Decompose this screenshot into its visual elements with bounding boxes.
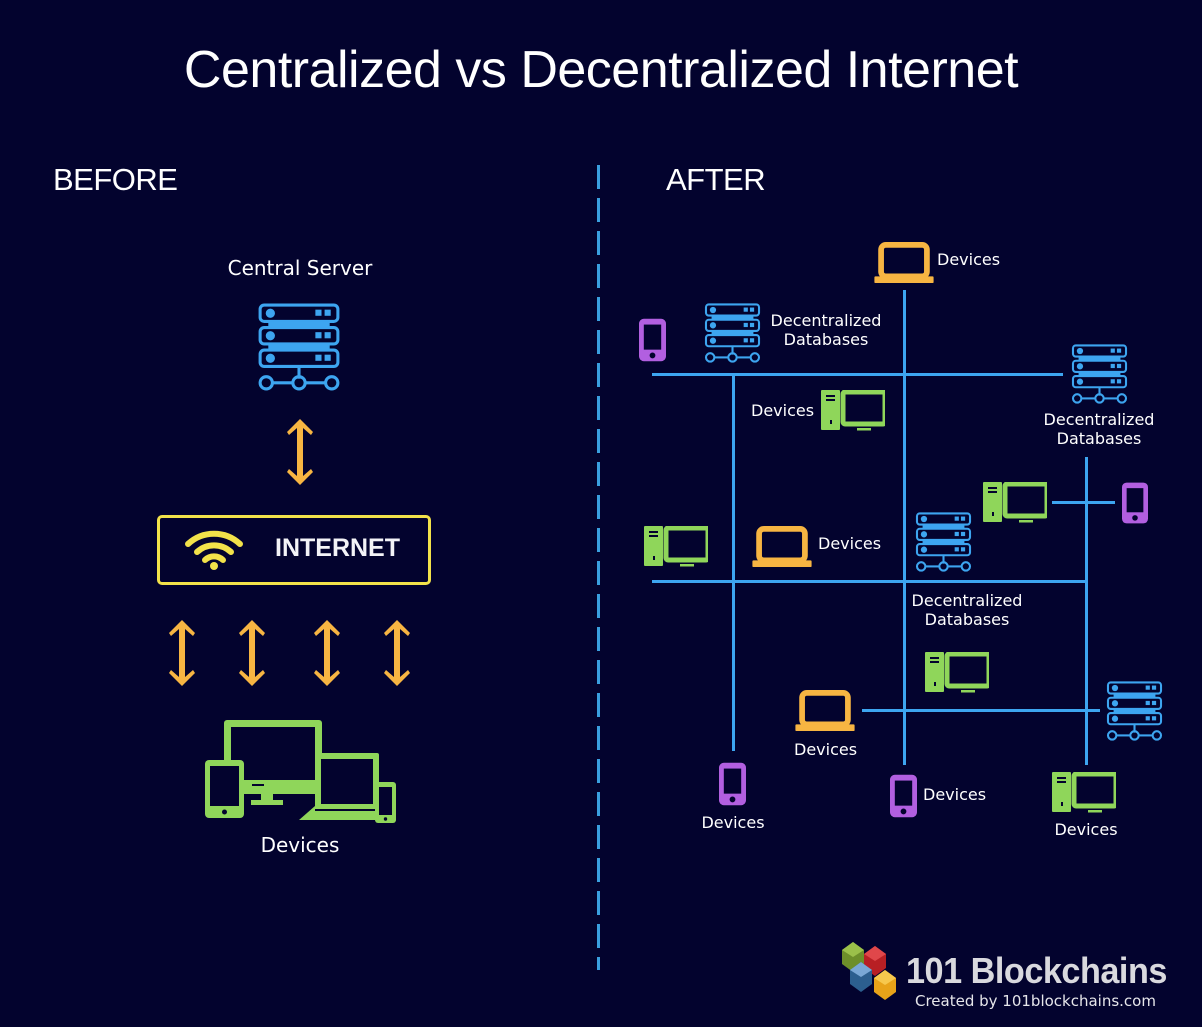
devices-label: Devices — [751, 401, 815, 420]
phone-icon — [1122, 482, 1148, 524]
desktop-icon — [983, 482, 1047, 524]
laptop-icon — [873, 242, 935, 284]
page-title: Centralized vs Decentralized Internet — [183, 41, 1019, 99]
section-divider — [597, 165, 600, 970]
database-label-line1: Decentralized — [770, 311, 882, 330]
devices-label: Devices — [701, 813, 765, 832]
central-server-icon — [258, 303, 340, 391]
database-label-line1: Decentralized — [911, 591, 1023, 610]
phone-icon — [890, 774, 917, 818]
devices-label: Devices — [260, 833, 340, 857]
devices-label: Devices — [818, 534, 882, 553]
wifi-icon — [185, 530, 243, 570]
desktop-icon — [925, 652, 989, 694]
double-arrow-icon — [383, 618, 411, 688]
database-label-line2: Databases — [783, 330, 869, 349]
network-line — [732, 375, 735, 751]
double-arrow-icon — [238, 618, 266, 688]
before-label: BEFORE — [53, 162, 178, 197]
internet-label: INTERNET — [275, 534, 400, 562]
database-icon — [704, 303, 761, 363]
laptop-icon — [751, 526, 813, 568]
database-label-line1: Decentralized — [1043, 410, 1155, 429]
logo-cubes-icon — [842, 942, 896, 1000]
network-line — [862, 709, 1100, 712]
laptop-icon — [794, 690, 856, 732]
desktop-icon — [1052, 772, 1116, 814]
database-label-line2: Databases — [924, 610, 1010, 629]
devices-label: Devices — [937, 250, 1001, 269]
database-label: Decentralized Databases — [1039, 410, 1159, 448]
network-line — [903, 290, 906, 765]
database-icon — [915, 512, 972, 572]
phone-icon — [639, 318, 666, 362]
database-label: Decentralized Databases — [907, 591, 1027, 629]
database-icon — [1106, 681, 1163, 741]
double-arrow-icon — [168, 618, 196, 688]
after-label: AFTER — [666, 162, 766, 197]
central-server-label: Central Server — [227, 256, 373, 280]
double-arrow-icon — [286, 417, 314, 487]
devices-group-icon — [205, 720, 396, 823]
database-icon — [1071, 344, 1128, 404]
devices-label: Devices — [794, 740, 858, 759]
desktop-icon — [644, 526, 708, 568]
network-line — [652, 580, 1087, 583]
phone-icon — [719, 762, 746, 806]
network-line — [652, 373, 1063, 376]
database-label: Decentralized Databases — [766, 311, 886, 349]
network-line — [1085, 457, 1088, 765]
double-arrow-icon — [313, 618, 341, 688]
devices-label: Devices — [923, 785, 987, 804]
devices-label: Devices — [1054, 820, 1118, 839]
desktop-icon — [821, 390, 885, 432]
network-line — [1052, 501, 1115, 504]
brand-credit: Created by 101blockchains.com — [915, 992, 1156, 1010]
database-label-line2: Databases — [1056, 429, 1142, 448]
brand-name: 101 Blockchains — [906, 950, 1167, 991]
